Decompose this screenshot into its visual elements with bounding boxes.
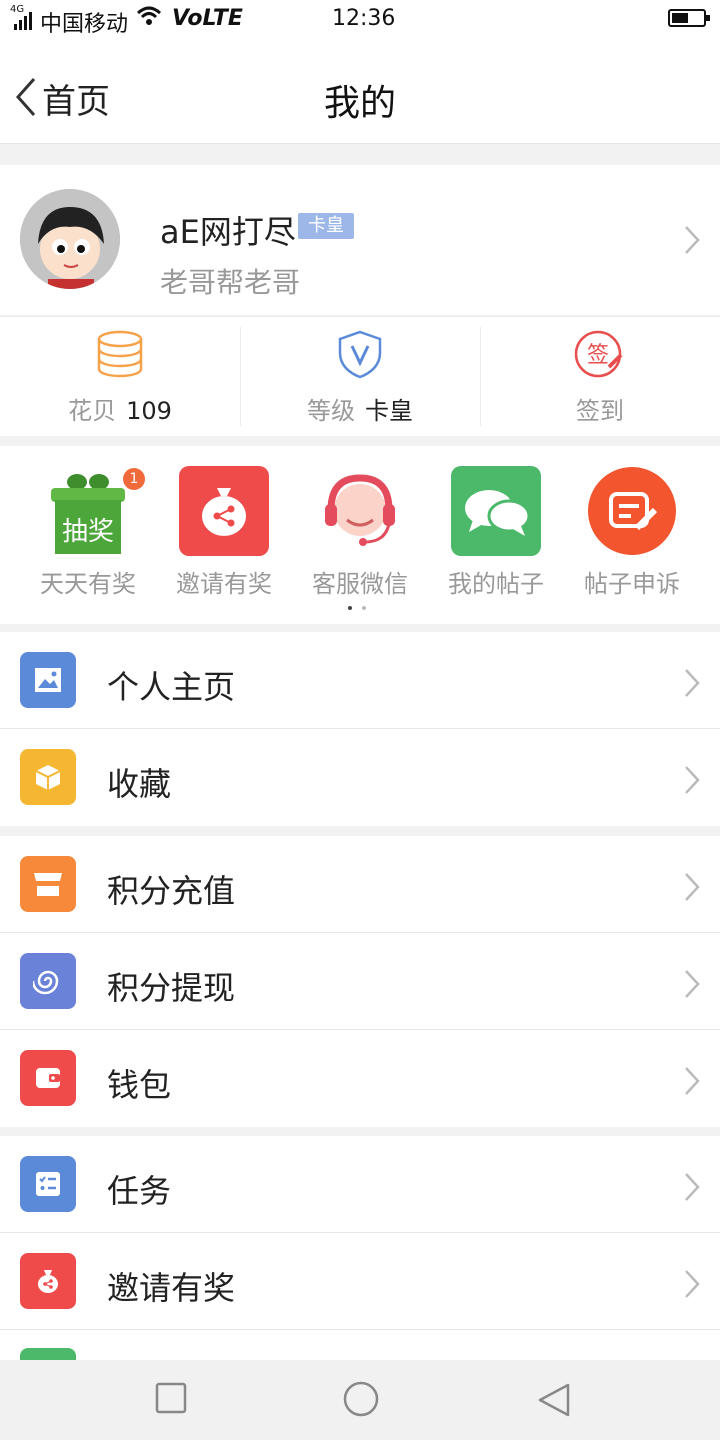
chevron-right-icon	[684, 765, 700, 799]
stat-value: 109	[126, 397, 172, 425]
menu-item-points-withdraw[interactable]: 积分提现	[0, 933, 720, 1030]
notification-badge: 1	[123, 468, 145, 490]
stat-level[interactable]: 等级 卡皇	[240, 317, 480, 436]
stat-label: 签到	[576, 397, 624, 425]
partial-menu-icon	[20, 1348, 76, 1360]
chevron-right-icon	[684, 969, 700, 1003]
menu-item-invite[interactable]: 邀请有奖	[0, 1233, 720, 1330]
svg-text:抽奖: 抽奖	[62, 517, 114, 547]
gift-box-icon: 抽奖 1	[43, 466, 145, 556]
avatar[interactable]	[20, 189, 120, 289]
chat-bubbles-icon	[451, 466, 541, 556]
shortcut-invite[interactable]: 邀请有奖	[156, 466, 292, 599]
stat-label: 花贝	[68, 397, 117, 425]
user-signature: 老哥帮老哥	[160, 266, 301, 299]
page-title: 我的	[323, 83, 396, 124]
page-dot	[348, 606, 352, 610]
cube-icon	[20, 749, 76, 805]
menu-label: 钱包	[107, 1066, 172, 1104]
recent-apps-button[interactable]	[155, 1382, 187, 1418]
svg-text:签: 签	[587, 343, 609, 368]
shortcut-label: 客服微信	[312, 570, 408, 598]
spiral-icon	[20, 953, 76, 1009]
shortcut-my-posts[interactable]: 我的帖子	[428, 466, 564, 599]
battery-icon	[668, 9, 710, 27]
chevron-right-icon	[684, 1269, 700, 1303]
menu-label: 个人主页	[107, 668, 236, 706]
coins-stack-icon	[95, 329, 145, 383]
status-bar: 4G 中国移动 VoLTE 12:36	[0, 0, 720, 40]
back-system-button[interactable]	[536, 1382, 572, 1422]
chevron-right-icon	[684, 1172, 700, 1206]
menu-group: 个人主页 收藏	[0, 632, 720, 826]
menu-label: 积分充值	[107, 872, 236, 910]
shortcut-grid: 抽奖 1 天天有奖 邀请有奖 客服微信 我的帖子 帖子申诉	[0, 446, 720, 624]
chevron-right-icon	[684, 668, 700, 702]
menu-item-tasks[interactable]: 任务	[0, 1136, 720, 1233]
sign-stamp-icon: 签	[573, 329, 627, 383]
shortcut-label: 我的帖子	[448, 570, 544, 598]
page-indicator	[348, 606, 366, 610]
menu-group: 积分充值 积分提现 钱包	[0, 836, 720, 1127]
level-badge: 卡皇	[298, 213, 354, 239]
stat-coins[interactable]: 花贝 109	[0, 317, 240, 436]
shield-v-icon	[335, 329, 385, 383]
home-button[interactable]	[342, 1380, 380, 1422]
clock: 12:36	[332, 6, 396, 31]
store-icon	[20, 856, 76, 912]
image-icon	[20, 652, 76, 708]
chevron-right-icon	[684, 872, 700, 906]
menu-item-wallet[interactable]: 钱包	[0, 1030, 720, 1127]
system-nav-bar	[0, 1360, 720, 1440]
shortcut-customer-service[interactable]: 客服微信	[292, 466, 428, 599]
stat-value: 卡皇	[365, 397, 413, 425]
profile-card[interactable]: aE网打尽 卡皇 老哥帮老哥	[0, 165, 720, 315]
menu-item-favorites[interactable]: 收藏	[0, 729, 720, 826]
user-name: aE网打尽	[160, 213, 296, 251]
network-type: 4G	[10, 4, 25, 15]
stat-label: 等级	[307, 397, 355, 425]
signal-icon: 4G	[10, 4, 32, 30]
page-dot	[362, 606, 366, 610]
edit-note-icon	[587, 466, 677, 556]
carrier-name: 中国移动	[40, 12, 129, 37]
shortcut-label: 邀请有奖	[176, 570, 272, 598]
stats-bar: 花贝 109 等级 卡皇 签 签到	[0, 316, 720, 436]
task-list-icon	[20, 1156, 76, 1212]
money-bag-share-icon	[20, 1253, 76, 1309]
volte-label: VoLTE	[172, 6, 243, 31]
menu-label: 邀请有奖	[107, 1269, 236, 1307]
money-bag-share-icon	[179, 466, 269, 556]
chevron-right-icon	[684, 225, 700, 259]
menu-label: 任务	[107, 1172, 172, 1210]
shortcut-daily-prize[interactable]: 抽奖 1 天天有奖	[20, 466, 156, 599]
menu-group: 任务 邀请有奖	[0, 1136, 720, 1360]
stat-sign-in[interactable]: 签 签到	[480, 317, 720, 436]
wallet-icon	[20, 1050, 76, 1106]
customer-service-icon	[315, 466, 405, 556]
nav-bar: 首页 我的	[0, 40, 720, 144]
menu-label: 积分提现	[107, 969, 236, 1007]
chevron-right-icon	[684, 1066, 700, 1100]
shortcut-post-appeal[interactable]: 帖子申诉	[564, 466, 700, 599]
menu-item-points-recharge[interactable]: 积分充值	[0, 836, 720, 933]
shortcut-label: 天天有奖	[40, 570, 136, 598]
menu-label: 收藏	[107, 765, 172, 803]
menu-item-homepage[interactable]: 个人主页	[0, 632, 720, 729]
shortcut-label: 帖子申诉	[584, 570, 680, 598]
wifi-icon	[136, 4, 162, 34]
